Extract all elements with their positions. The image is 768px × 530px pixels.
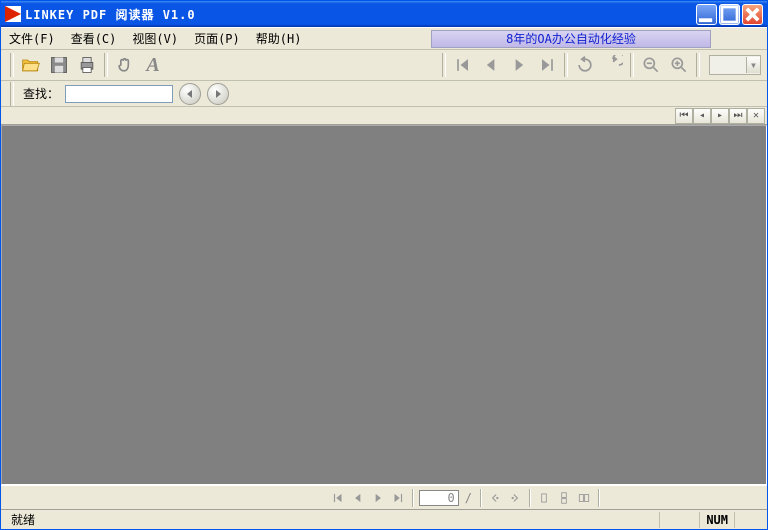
document-viewer[interactable] — [1, 125, 767, 485]
single-page-view-button[interactable] — [534, 488, 554, 508]
zoom-out-button[interactable] — [637, 51, 665, 79]
rotate-cw-button[interactable] — [599, 51, 627, 79]
page-total-label: / — [465, 491, 472, 505]
facing-view-button[interactable] — [574, 488, 594, 508]
first-page-button[interactable] — [449, 51, 477, 79]
banner-ad[interactable]: 8年的OA办公自动化经验 — [431, 30, 711, 48]
main-toolbar: A ▾ — [1, 49, 767, 81]
tab-strip: ⏮ ◂ ▸ ⏭ ✕ — [1, 107, 767, 125]
status-bar: 就绪 NUM — [1, 509, 767, 529]
bottom-toolbar: 0 / — [1, 485, 767, 509]
close-button[interactable] — [742, 4, 763, 25]
find-label: 查找： — [23, 85, 59, 102]
find-bar: 查找： — [1, 81, 767, 107]
zoom-combo[interactable]: ▾ — [709, 55, 761, 75]
menu-view2[interactable]: 视图(V) — [124, 27, 186, 50]
print-button[interactable] — [73, 51, 101, 79]
status-ready: 就绪 — [5, 512, 660, 528]
status-num: NUM — [700, 512, 735, 528]
nav-forward-button[interactable] — [505, 488, 525, 508]
save-button[interactable] — [45, 51, 73, 79]
nav-first-button[interactable] — [328, 488, 348, 508]
open-button[interactable] — [17, 51, 45, 79]
menu-bar: 文件(F) 查看(C) 视图(V) 页面(P) 帮助(H) 8年的OA办公自动化… — [1, 27, 767, 49]
last-page-button[interactable] — [533, 51, 561, 79]
title-bar: LINKEY PDF 阅读器 V1.0 — [1, 1, 767, 27]
nav-back-button[interactable] — [485, 488, 505, 508]
find-input[interactable] — [65, 85, 173, 103]
text-a-icon: A — [146, 54, 159, 77]
menu-page[interactable]: 页面(P) — [186, 27, 248, 50]
tab-first-button[interactable]: ⏮ — [675, 108, 693, 124]
zoom-in-button[interactable] — [665, 51, 693, 79]
menu-view[interactable]: 查看(C) — [63, 27, 125, 50]
dropdown-icon: ▾ — [746, 57, 760, 73]
nav-next-button[interactable] — [368, 488, 388, 508]
find-next-button[interactable] — [207, 83, 229, 105]
window-title: LINKEY PDF 阅读器 V1.0 — [25, 6, 696, 23]
page-number-input[interactable]: 0 — [419, 490, 459, 506]
status-pane-2 — [735, 512, 763, 528]
tab-prev-button[interactable]: ◂ — [693, 108, 711, 124]
nav-prev-button[interactable] — [348, 488, 368, 508]
tab-close-button[interactable]: ✕ — [747, 108, 765, 124]
hand-tool-button[interactable] — [111, 51, 139, 79]
next-page-button[interactable] — [505, 51, 533, 79]
text-select-button[interactable]: A — [139, 51, 167, 79]
rotate-ccw-button[interactable] — [571, 51, 599, 79]
menu-file[interactable]: 文件(F) — [1, 27, 63, 50]
maximize-button[interactable] — [719, 4, 740, 25]
status-pane — [660, 512, 700, 528]
menu-help[interactable]: 帮助(H) — [248, 27, 310, 50]
find-prev-button[interactable] — [179, 83, 201, 105]
app-logo-icon — [5, 6, 21, 22]
minimize-button[interactable] — [696, 4, 717, 25]
continuous-view-button[interactable] — [554, 488, 574, 508]
nav-last-button[interactable] — [388, 488, 408, 508]
tab-next-button[interactable]: ▸ — [711, 108, 729, 124]
tab-last-button[interactable]: ⏭ — [729, 108, 747, 124]
prev-page-button[interactable] — [477, 51, 505, 79]
